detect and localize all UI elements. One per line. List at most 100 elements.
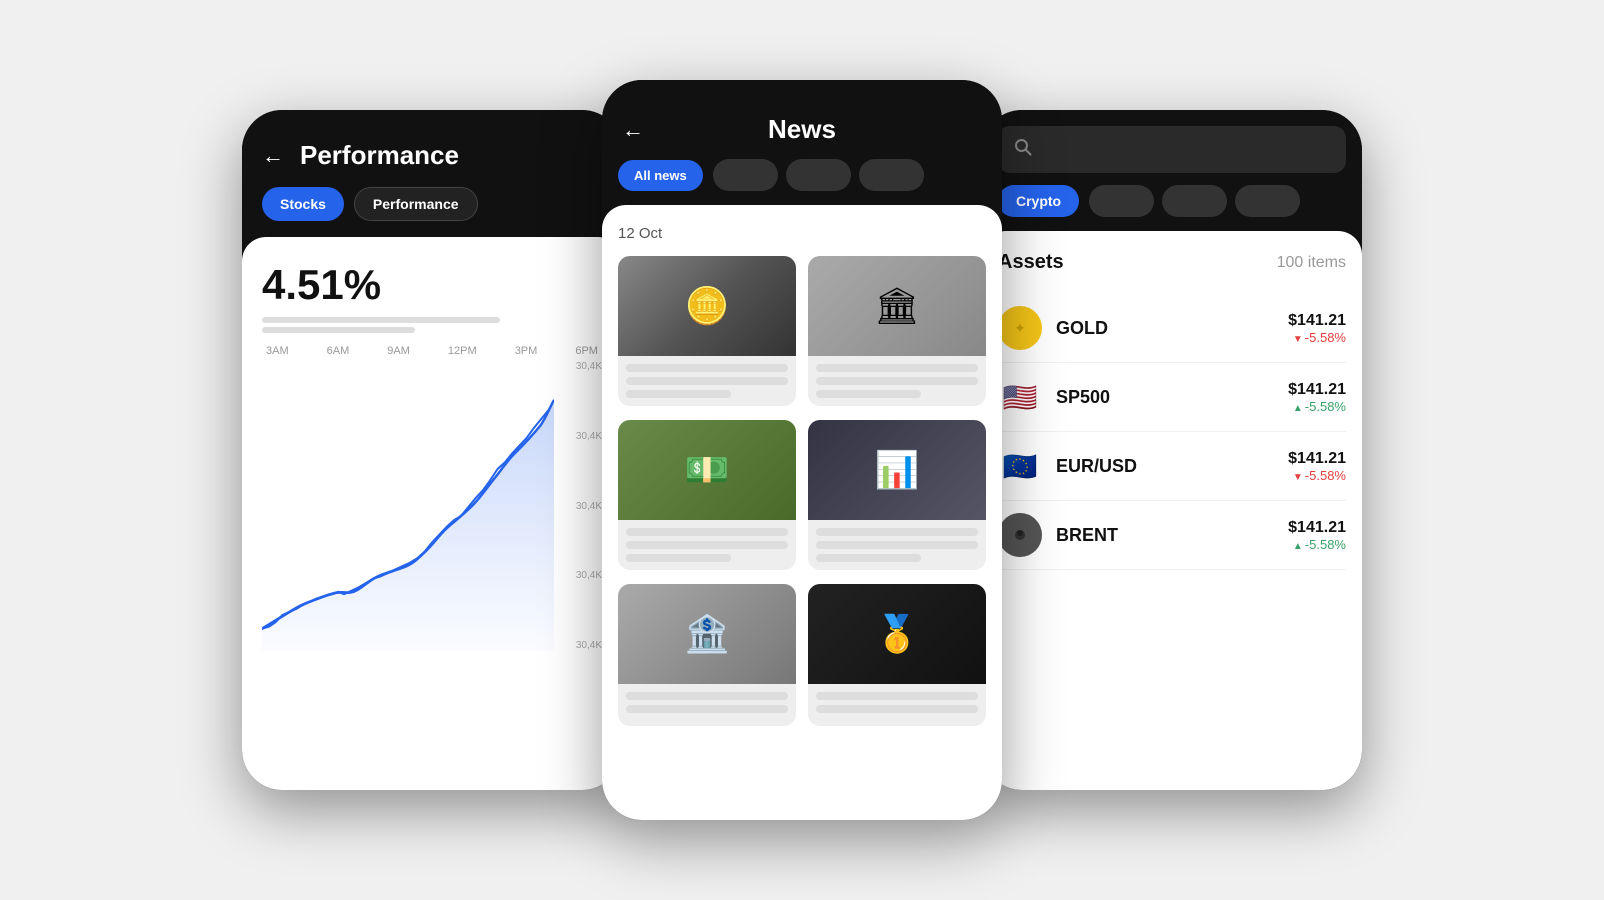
perf-bars <box>262 317 602 333</box>
asset-price-col-gold: $141.21 -5.58% <box>1288 312 1346 345</box>
assets-card: Assets 100 items ✦ GOLD $141.21 <box>982 231 1362 790</box>
phone-performance: ← Performance Stocks Performance 4.51% 3… <box>242 110 622 790</box>
news-tab-placeholders <box>713 159 924 191</box>
arrow-up-icon <box>1293 399 1303 414</box>
eurusd-icon: 🇪🇺 <box>998 444 1042 488</box>
news-line <box>816 528 978 536</box>
asset-price-sp500: $141.21 <box>1288 381 1346 399</box>
performance-header: ← Performance <box>242 130 622 187</box>
news-img-trader <box>808 420 986 520</box>
chart-container: 3AM 6AM 9AM 12PM 3PM 6PM <box>262 345 602 685</box>
news-img-money <box>618 420 796 520</box>
news-tab-placeholder-1 <box>713 159 778 191</box>
news-line-short <box>816 554 921 562</box>
tab-crypto[interactable]: Crypto <box>998 185 1079 217</box>
chart-y-5: 30,4K <box>562 361 602 372</box>
asset-change-brent: -5.58% <box>1288 537 1346 552</box>
asset-price-col-brent: $141.21 -5.58% <box>1288 519 1346 552</box>
news-card-text <box>618 520 796 570</box>
news-card-text <box>808 520 986 570</box>
tab-stocks[interactable]: Stocks <box>262 187 344 221</box>
crypto-inner: Crypto Assets 100 items ✦ <box>982 110 1362 790</box>
asset-price-gold: $141.21 <box>1288 312 1346 330</box>
news-grid-row1 <box>618 256 986 406</box>
scene: ← Performance Stocks Performance 4.51% 3… <box>0 0 1604 900</box>
tab-performance[interactable]: Performance <box>354 187 478 221</box>
news-line <box>626 528 788 536</box>
asset-row-eurusd[interactable]: 🇪🇺 EUR/USD $141.21 -5.58% <box>998 432 1346 501</box>
news-line-short <box>626 390 731 398</box>
asset-price-eurusd: $141.21 <box>1288 450 1346 468</box>
arrow-down-icon <box>1293 468 1303 483</box>
news-tab-placeholder-3 <box>859 159 924 191</box>
asset-name-gold: GOLD <box>1056 318 1274 339</box>
news-card-text <box>618 356 796 406</box>
news-line <box>816 692 978 700</box>
news-line <box>626 364 788 372</box>
performance-tab-bar: Stocks Performance <box>242 187 622 237</box>
chart-y-4: 30,4K <box>562 431 602 442</box>
tab-all-news[interactable]: All news <box>618 160 703 191</box>
news-line <box>816 541 978 549</box>
news-card-building[interactable] <box>618 584 796 726</box>
gold-icon: ✦ <box>998 306 1042 350</box>
news-line <box>816 705 978 713</box>
news-card-gold[interactable] <box>808 584 986 726</box>
phone-news: ← News All news 12 Oct <box>602 80 1002 820</box>
performance-card: 4.51% 3AM 6AM 9AM 12PM 3PM 6PM <box>242 237 622 790</box>
chart-label-9am: 9AM <box>387 345 410 357</box>
news-line-short <box>816 390 921 398</box>
page-title: Performance <box>300 140 459 171</box>
asset-row-brent[interactable]: BRENT $141.21 -5.58% <box>998 501 1346 570</box>
asset-change-eurusd: -5.58% <box>1288 468 1346 483</box>
search-bar[interactable] <box>998 126 1346 173</box>
back-icon[interactable]: ← <box>262 143 284 169</box>
chart-y-1: 30,4K <box>562 640 602 651</box>
crypto-tab-placeholders <box>1089 185 1300 217</box>
chart-x-axis: 3AM 6AM 9AM 12PM 3PM 6PM <box>262 345 602 357</box>
arrow-down-icon <box>1293 330 1303 345</box>
chart-label-6am: 6AM <box>327 345 350 357</box>
performance-percent: 4.51% <box>262 261 602 309</box>
asset-row-gold[interactable]: ✦ GOLD $141.21 -5.58% <box>998 294 1346 363</box>
news-card-trader[interactable] <box>808 420 986 570</box>
news-line <box>626 705 788 713</box>
assets-count: 100 items <box>1277 254 1346 272</box>
asset-change-gold: -5.58% <box>1288 330 1346 345</box>
svg-text:✦: ✦ <box>1014 320 1026 336</box>
news-line <box>626 377 788 385</box>
chart-svg-area <box>262 361 554 651</box>
asset-name-brent: BRENT <box>1056 525 1274 546</box>
asset-price-col-sp500: $141.21 -5.58% <box>1288 381 1346 414</box>
assets-title: Assets <box>998 251 1064 274</box>
news-img-coins <box>618 256 796 356</box>
perf-bar-2 <box>262 327 415 333</box>
news-grid-row2 <box>618 420 986 570</box>
arrow-up-icon <box>1293 537 1303 552</box>
news-header: ← News <box>602 100 1002 159</box>
asset-name-sp500: SP500 <box>1056 387 1274 408</box>
news-page-title: News <box>768 114 836 145</box>
news-card-money[interactable] <box>618 420 796 570</box>
chart-label-3pm: 3PM <box>515 345 538 357</box>
news-line <box>816 377 978 385</box>
phone-crypto: Crypto Assets 100 items ✦ <box>982 110 1362 790</box>
news-card-wall[interactable] <box>808 256 986 406</box>
news-card-coins[interactable] <box>618 256 796 406</box>
brent-icon <box>998 513 1042 557</box>
asset-price-col-eurusd: $141.21 -5.58% <box>1288 450 1346 483</box>
asset-row-sp500[interactable]: 🇺🇸 SP500 $141.21 -5.58% <box>998 363 1346 432</box>
crypto-tab-placeholder-3 <box>1235 185 1300 217</box>
news-img-gold <box>808 584 986 684</box>
news-tab-bar: All news <box>602 159 1002 205</box>
news-card-text <box>808 684 986 726</box>
news-card-text <box>808 356 986 406</box>
news-tab-placeholder-2 <box>786 159 851 191</box>
asset-change-sp500: -5.58% <box>1288 399 1346 414</box>
news-content-card: 12 Oct <box>602 205 1002 820</box>
news-img-building <box>618 584 796 684</box>
news-back-icon[interactable]: ← <box>622 117 644 143</box>
asset-name-eurusd: EUR/USD <box>1056 456 1274 477</box>
chart-y-axis: 30,4K 30,4K 30,4K 30,4K 30,4K <box>554 361 602 651</box>
news-card-text <box>618 684 796 726</box>
